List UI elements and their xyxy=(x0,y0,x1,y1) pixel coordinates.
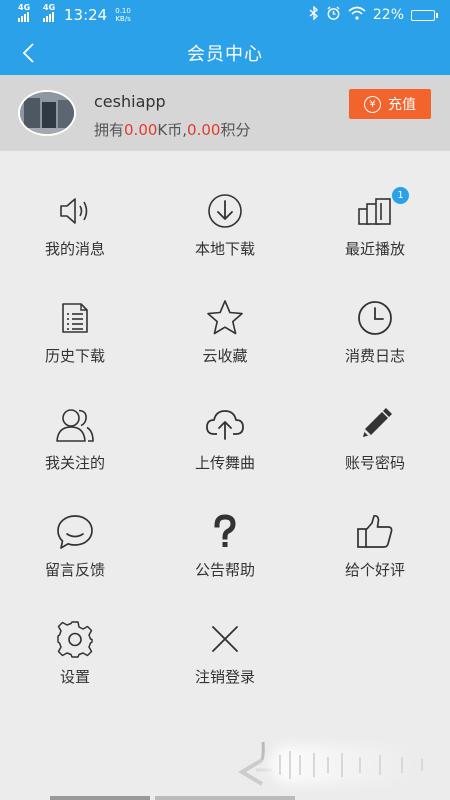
recharge-button[interactable]: ¥ 充值 xyxy=(349,89,431,119)
wifi-icon xyxy=(348,6,366,24)
menu-item-label: 我关注的 xyxy=(44,454,105,472)
sim1-label: 4G xyxy=(18,3,31,12)
unread-badge: 1 xyxy=(392,187,409,204)
yen-icon: ¥ xyxy=(364,95,381,113)
speaker-icon xyxy=(55,191,95,231)
nav-indicator-left xyxy=(50,796,150,800)
network-speed-unit: KB/s xyxy=(115,15,131,23)
sim2-signal-icon: 4G xyxy=(43,4,55,22)
menu-item-messages[interactable]: 我的消息 xyxy=(0,171,150,278)
menu-item-announcements-help[interactable]: 公告帮助 xyxy=(150,492,300,599)
menu-item-download-history[interactable]: 历史下载 xyxy=(0,278,150,385)
menu-item-cloud-favorites[interactable]: 云收藏 xyxy=(150,278,300,385)
menu-item-label: 历史下载 xyxy=(44,347,105,365)
points-unit: 积分 xyxy=(220,121,251,139)
close-icon xyxy=(205,619,245,659)
menu-item-label: 公告帮助 xyxy=(194,561,255,579)
menu-item-upload-music[interactable]: 上传舞曲 xyxy=(150,385,300,492)
network-speed-value: 0.10 xyxy=(115,7,131,15)
menu-item-label: 账号密码 xyxy=(344,454,405,472)
bluetooth-icon xyxy=(309,5,319,24)
pencil-icon xyxy=(355,405,395,445)
balance-prefix: 拥有 xyxy=(94,121,125,139)
chat-bubble-icon xyxy=(55,512,95,552)
document-list-icon xyxy=(55,298,95,338)
menu-item-label: 上传舞曲 xyxy=(194,454,255,472)
sim1-signal-icon: 4G xyxy=(18,4,30,22)
cloud-upload-icon xyxy=(205,405,245,445)
users-icon xyxy=(55,405,95,445)
menu-item-feedback[interactable]: 留言反馈 xyxy=(0,492,150,599)
menu-item-label: 给个好评 xyxy=(344,561,405,579)
menu-item-label: 消费日志 xyxy=(344,347,405,365)
menu-item-logout[interactable]: 注销登录 xyxy=(150,599,300,706)
bottom-area xyxy=(0,725,450,800)
menu-item-recent-play[interactable]: 1 最近播放 xyxy=(300,171,450,278)
k-coin-value: 0.00 xyxy=(124,121,158,139)
profile-card: ceshiapp 拥有0.00K币,0.00积分 ¥ 充值 xyxy=(0,75,450,151)
nav-indicator-right xyxy=(155,796,295,800)
menu-item-label: 留言反馈 xyxy=(44,561,105,579)
menu-item-label: 云收藏 xyxy=(202,347,248,365)
swipe-hint-lines xyxy=(279,751,423,779)
recharge-label: 充值 xyxy=(388,97,416,113)
alarm-icon xyxy=(326,6,341,25)
question-icon xyxy=(205,512,245,552)
back-button[interactable] xyxy=(8,30,48,75)
menu-item-local-download[interactable]: 本地下载 xyxy=(150,171,300,278)
download-icon xyxy=(205,191,245,231)
star-icon xyxy=(205,298,245,338)
menu-item-label: 最近播放 xyxy=(344,240,405,258)
username: ceshiapp xyxy=(94,92,166,111)
status-right: 22% xyxy=(309,5,438,25)
battery-icon xyxy=(411,9,438,21)
chevron-left-icon xyxy=(22,42,34,63)
sim2-label: 4G xyxy=(43,3,56,12)
network-speed: 0.10 KB/s xyxy=(115,7,131,23)
recent-play-icon: 1 xyxy=(355,187,409,231)
header-bar: 会员中心 xyxy=(0,30,450,75)
battery-percent: 22% xyxy=(372,7,404,23)
balance-info: 拥有0.00K币,0.00积分 xyxy=(94,119,250,140)
status-left: 4G 4G 13:24 0.10 KB/s xyxy=(18,4,131,24)
status-time: 13:24 xyxy=(64,6,108,24)
status-bar: 4G 4G 13:24 0.10 KB/s 22% xyxy=(0,0,450,30)
clock-icon xyxy=(355,298,395,338)
menu-item-account-password[interactable]: 账号密码 xyxy=(300,385,450,492)
menu-item-label: 本地下载 xyxy=(194,240,255,258)
menu-item-settings[interactable]: 设置 xyxy=(0,599,150,706)
avatar[interactable] xyxy=(18,90,76,136)
k-coin-unit: K币, xyxy=(157,121,188,139)
page-title: 会员中心 xyxy=(187,43,263,65)
menu-item-label: 我的消息 xyxy=(44,240,105,258)
menu-item-label: 设置 xyxy=(59,668,90,686)
menu-item-rate-app[interactable]: 给个好评 xyxy=(300,492,450,599)
menu-item-label: 注销登录 xyxy=(194,668,255,686)
points-value: 0.00 xyxy=(187,121,221,139)
thumbs-up-icon xyxy=(355,512,395,552)
menu-item-spending-log[interactable]: 消费日志 xyxy=(300,278,450,385)
gear-icon xyxy=(55,619,95,659)
menu-item-following[interactable]: 我关注的 xyxy=(0,385,150,492)
